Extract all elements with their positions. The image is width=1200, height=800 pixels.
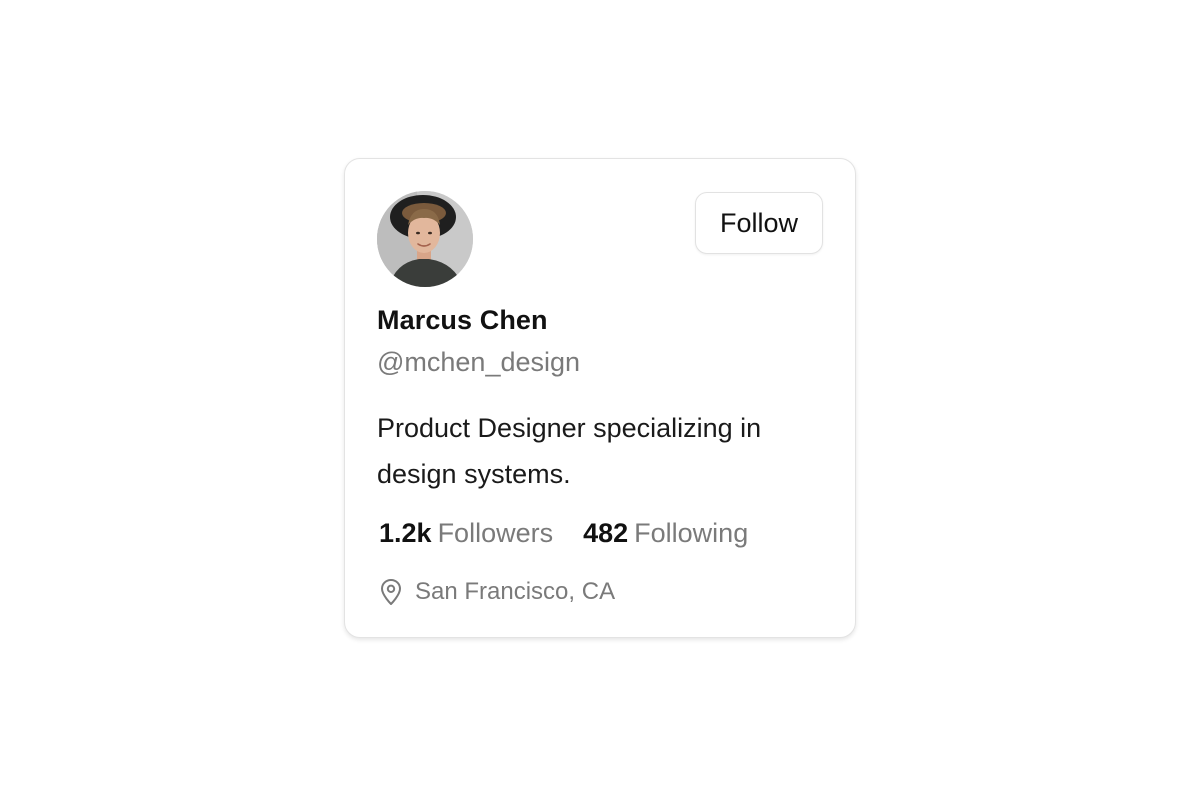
page-background: Follow Marcus Chen @mchen_design Product… bbox=[0, 0, 1200, 800]
follow-button[interactable]: Follow bbox=[695, 192, 823, 254]
following-stat[interactable]: 482 Following bbox=[583, 518, 748, 549]
avatar[interactable] bbox=[377, 191, 473, 287]
profile-bio: Product Designer specializing in design … bbox=[377, 413, 762, 489]
followers-count: 1.2k bbox=[379, 518, 432, 548]
map-pin-icon bbox=[381, 579, 401, 605]
following-count: 482 bbox=[583, 518, 629, 548]
profile-handle[interactable]: @mchen_design bbox=[377, 347, 580, 378]
profile-name: Marcus Chen bbox=[377, 305, 548, 335]
profile-stats: 1.2k Followers 482 Following bbox=[379, 518, 748, 549]
following-label: Following bbox=[634, 518, 749, 548]
location-text: San Francisco, CA bbox=[415, 578, 616, 605]
avatar-photo bbox=[377, 191, 473, 287]
followers-label: Followers bbox=[437, 518, 554, 548]
profile-card: Follow Marcus Chen @mchen_design Product… bbox=[344, 158, 856, 638]
profile-location: San Francisco, CA bbox=[379, 577, 615, 607]
followers-stat[interactable]: 1.2k Followers bbox=[379, 518, 553, 549]
